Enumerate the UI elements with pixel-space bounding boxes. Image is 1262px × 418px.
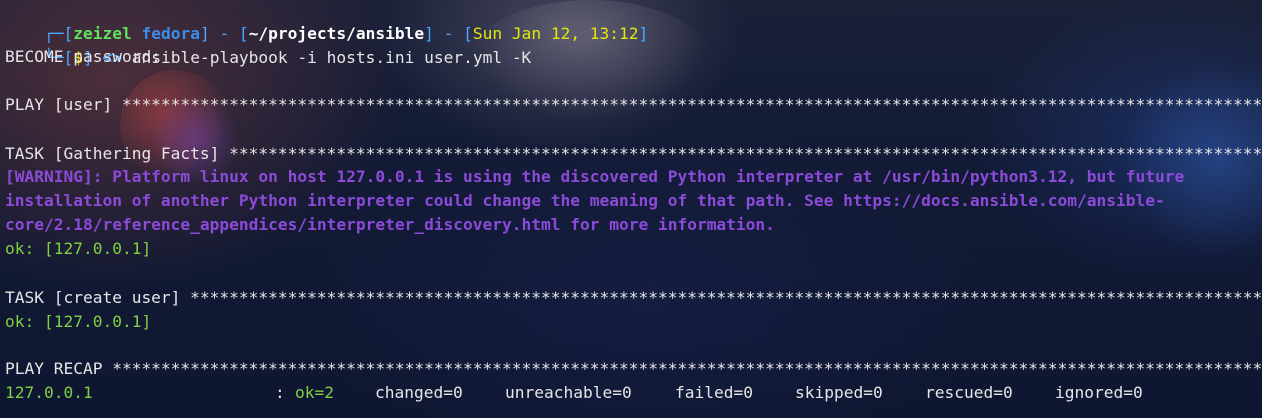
ok-result-1: ok: [127.0.0.1] — [5, 239, 152, 258]
warning-line-3: core/2.18/reference_appendices/interpret… — [5, 215, 775, 234]
prompt-line-1: ┌─[zeizel fedora] - [~/projects/ansible]… — [5, 0, 648, 43]
play-header: PLAY [user] ****************************… — [5, 95, 1262, 114]
recap-row: 127.0.0.1 : ok=2 changed=0 unreachable=0… — [5, 381, 1255, 405]
recap-colon: : — [275, 383, 285, 402]
ok-result-2: ok: [127.0.0.1] — [5, 312, 152, 331]
recap-unreachable: unreachable=0 — [505, 383, 632, 402]
warning-line-2: installation of another Python interpret… — [5, 191, 1165, 210]
warning-line-1: [WARNING]: Platform linux on host 127.0.… — [5, 167, 1185, 186]
recap-host: 127.0.0.1 — [5, 383, 93, 402]
recap-failed: failed=0 — [675, 383, 753, 402]
recap-ignored: ignored=0 — [1055, 383, 1143, 402]
task-gathering-facts: TASK [Gathering Facts] *****************… — [5, 144, 1262, 163]
task-create-user: TASK [create user] *********************… — [5, 288, 1262, 307]
command-text[interactable]: ansible-playbook -i hosts.ini user.yml -… — [132, 48, 532, 67]
become-password-line: BECOME password: — [5, 47, 161, 66]
prompt-close: ] — [638, 24, 649, 43]
recap-changed: changed=0 — [375, 383, 463, 402]
recap-skipped: skipped=0 — [795, 383, 883, 402]
terminal-window[interactable]: ┌─[zeizel fedora] - [~/projects/ansible]… — [0, 0, 1262, 418]
play-recap-header: PLAY RECAP *****************************… — [5, 359, 1262, 378]
prompt-line-2: └─[$] <> ansible-playbook -i hosts.ini u… — [5, 22, 531, 67]
recap-ok: ok=2 — [295, 383, 334, 402]
recap-rescued: rescued=0 — [925, 383, 1013, 402]
